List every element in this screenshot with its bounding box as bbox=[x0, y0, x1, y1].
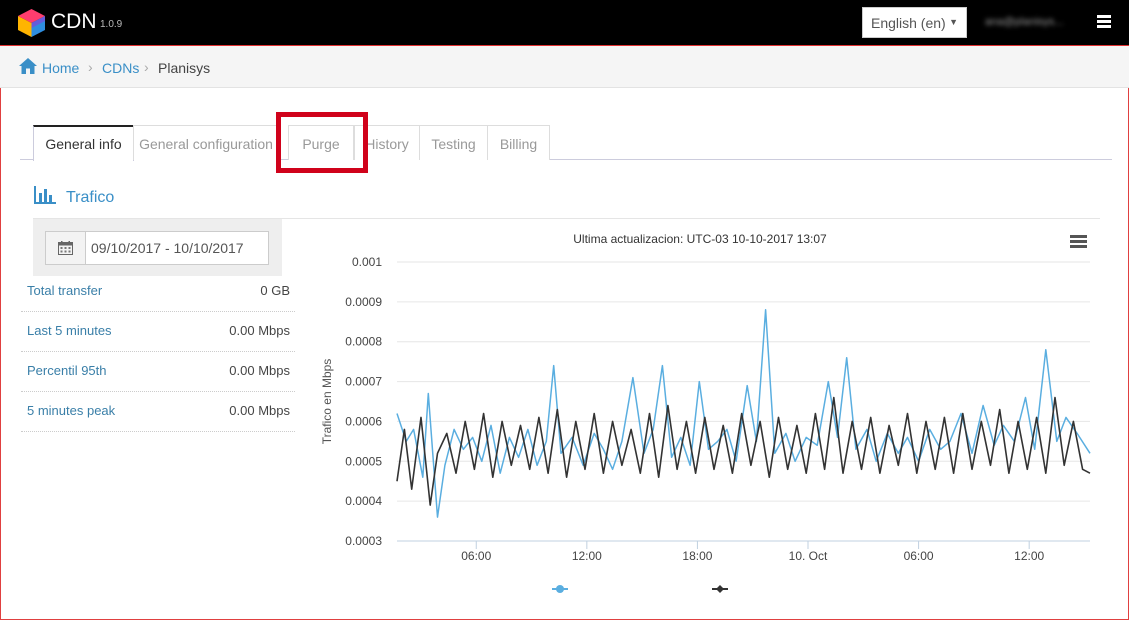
y-tick-label: 0.0003 bbox=[345, 534, 382, 548]
stat-row: Total transfer 0 GB bbox=[21, 272, 295, 312]
tab-bar: General info General configuration Purge… bbox=[20, 125, 1112, 161]
y-tick-label: 0.0005 bbox=[345, 454, 382, 468]
y-tick-label: 0.0006 bbox=[345, 414, 382, 428]
stat-row: Last 5 minutes 0.00 Mbps bbox=[21, 312, 295, 352]
user-email[interactable]: ana@planisys... bbox=[985, 16, 1080, 27]
x-tick-label: 12:00 bbox=[572, 549, 602, 563]
stat-label: 5 minutes peak bbox=[27, 403, 116, 418]
stat-value: 0.00 Mbps bbox=[229, 403, 290, 418]
y-tick-label: 0.001 bbox=[352, 255, 382, 269]
x-tick-label: 12:00 bbox=[1014, 549, 1044, 563]
x-tick-label: 06:00 bbox=[461, 549, 491, 563]
caret-down-icon: ▼ bbox=[949, 17, 958, 27]
calendar-icon bbox=[58, 241, 73, 255]
tab-general-configuration[interactable]: General configuration bbox=[133, 125, 279, 160]
breadcrumb-current: Planisys bbox=[158, 60, 211, 76]
tab-general-info[interactable]: General info bbox=[33, 125, 134, 161]
language-select-value: English (en) bbox=[871, 15, 946, 31]
x-tick-label: 18:00 bbox=[682, 549, 712, 563]
stat-value: 0.00 Mbps bbox=[229, 323, 290, 338]
y-tick-label: 0.0007 bbox=[345, 375, 382, 389]
tab-billing[interactable]: Billing bbox=[487, 125, 550, 160]
purge-tab-highlight bbox=[276, 112, 368, 173]
app-version: 1.0.9 bbox=[100, 19, 123, 30]
breadcrumb-chevron-icon: › bbox=[144, 59, 149, 75]
stat-row: Percentil 95th 0.00 Mbps bbox=[21, 352, 295, 392]
tab-testing[interactable]: Testing bbox=[419, 125, 488, 160]
stat-value: 0.00 Mbps bbox=[229, 363, 290, 378]
stat-label: Total transfer bbox=[27, 283, 103, 298]
hamburger-menu-icon[interactable] bbox=[1097, 15, 1111, 29]
chart-title: Ultima actualizacion: UTC-03 10-10-2017 … bbox=[573, 232, 827, 246]
y-tick-label: 0.0008 bbox=[345, 335, 382, 349]
chart-menu-icon[interactable] bbox=[1070, 235, 1087, 248]
x-tick-label: 06:00 bbox=[904, 549, 934, 563]
date-range-input[interactable]: 09/10/2017 - 10/10/2017 bbox=[85, 231, 269, 265]
legend-dot bbox=[716, 585, 724, 593]
breadcrumb-cdns[interactable]: CDNs bbox=[102, 60, 139, 76]
top-navbar: CDN 1.0.9 English (en) ▼ ana@planisys... bbox=[0, 0, 1129, 46]
series-line-blue bbox=[396, 309, 1091, 518]
stat-value: 0 GB bbox=[260, 283, 290, 298]
breadcrumb-home[interactable]: Home bbox=[42, 60, 79, 76]
y-axis-label: Trafico en Mbps bbox=[320, 359, 334, 445]
stat-label: Last 5 minutes bbox=[27, 323, 112, 338]
language-select[interactable]: English (en) ▼ bbox=[862, 7, 967, 38]
traffic-chart: Ultima actualizacion: UTC-03 10-10-2017 … bbox=[320, 232, 1091, 593]
cube-logo-icon bbox=[18, 9, 45, 37]
stat-label: Percentil 95th bbox=[27, 363, 107, 378]
y-tick-label: 0.0004 bbox=[345, 494, 382, 508]
x-tick-label: 10. Oct bbox=[789, 549, 828, 563]
section-title: Trafico bbox=[66, 189, 115, 206]
breadcrumb-chevron-icon: › bbox=[88, 59, 93, 75]
home-icon[interactable] bbox=[19, 58, 37, 74]
legend-dot bbox=[556, 585, 564, 593]
app-title[interactable]: CDN bbox=[51, 10, 97, 34]
bar-chart-icon bbox=[34, 186, 56, 204]
calendar-button[interactable] bbox=[45, 231, 86, 265]
y-tick-label: 0.0009 bbox=[345, 295, 382, 309]
stat-row: 5 minutes peak 0.00 Mbps bbox=[21, 392, 295, 432]
